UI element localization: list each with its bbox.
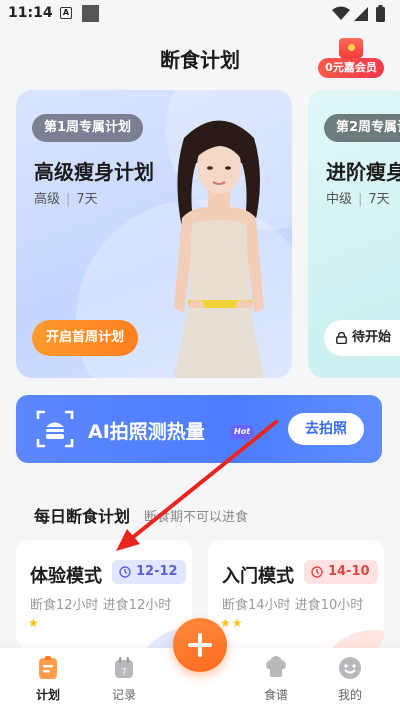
- plan-meta: 高级 | 7天: [34, 188, 98, 207]
- nav-item-record[interactable]: 7 记录: [94, 654, 154, 703]
- card-decor-circle: [318, 630, 384, 650]
- pending-plan-button[interactable]: 待开始: [324, 320, 400, 356]
- plan-meta: 中级 | 7天: [326, 188, 390, 207]
- clock-icon: [119, 566, 131, 578]
- clock-icon: [311, 566, 323, 578]
- mode-card-beginner[interactable]: 入门模式 14-10 断食14小时 进食10小时 ★★: [208, 540, 384, 650]
- a-notification-icon: A: [60, 7, 72, 19]
- plan-icon: [39, 656, 57, 679]
- notification-square-icon: [82, 5, 99, 22]
- daily-section-title: 每日断食计划: [34, 507, 131, 526]
- difficulty-stars: ★★: [220, 616, 244, 630]
- plan-card-week2[interactable]: 第2周专属计划 进阶瘦身计划 中级 | 7天 待开始: [308, 90, 400, 378]
- difficulty-stars: ★: [28, 616, 40, 630]
- divider: |: [66, 192, 71, 207]
- lock-icon: [336, 332, 347, 344]
- plan-duration: 7天: [76, 192, 98, 207]
- vip-badge[interactable]: 0元嘉会员: [318, 38, 384, 80]
- chef-hat-icon: [266, 656, 286, 677]
- mode-description: 断食14小时 进食10小时: [222, 598, 364, 613]
- nav-item-recipes[interactable]: 食谱: [246, 654, 306, 703]
- gift-icon: [339, 38, 363, 58]
- calendar-icon: 7: [115, 657, 133, 678]
- smiley-icon: [339, 657, 361, 679]
- battery-icon: [376, 7, 385, 22]
- nav-label: 计划: [35, 688, 60, 702]
- status-bar: 11:14 A: [0, 0, 400, 28]
- mode-card-trial[interactable]: 体验模式 12-12 断食12小时 进食12小时 ★: [16, 540, 192, 650]
- mode-ratio-badge: 14-10: [304, 560, 378, 584]
- mode-ratio-badge: 12-12: [112, 560, 186, 584]
- mode-ratio: 14-10: [328, 564, 370, 579]
- plan-title: 进阶瘦身计划: [326, 160, 400, 184]
- daily-section-note: 断食期不可以进食: [144, 510, 249, 525]
- wifi-icon: [332, 6, 350, 20]
- week-tag: 第2周专属计划: [324, 114, 400, 142]
- take-photo-button[interactable]: 去拍照: [288, 413, 364, 445]
- status-time: 11:14: [8, 5, 53, 21]
- nav-item-plan[interactable]: 计划: [18, 654, 78, 703]
- hot-badge: Hot: [230, 425, 255, 439]
- divider: |: [358, 192, 363, 207]
- nav-item-mine[interactable]: 我的: [320, 654, 380, 703]
- plan-card-week1[interactable]: 第1周专属计划 高级瘦身计划 高级 | 7天 开启首周计划: [16, 90, 292, 378]
- signal-icon: [354, 7, 368, 21]
- nav-label: 记录: [111, 688, 136, 702]
- plan-level: 中级: [326, 192, 353, 207]
- plan-level: 高级: [34, 192, 61, 207]
- nav-label: 食谱: [263, 688, 288, 702]
- nav-label: 我的: [337, 688, 362, 702]
- mode-title: 入门模式: [222, 566, 294, 587]
- plan-duration: 7天: [368, 192, 390, 207]
- ai-banner-title: AI拍照测热量: [88, 421, 205, 443]
- mode-ratio: 12-12: [136, 564, 178, 579]
- add-button[interactable]: [173, 618, 227, 672]
- model-photo-illustration: [174, 120, 264, 378]
- ai-calorie-banner[interactable]: AI拍照测热量 Hot 去拍照: [16, 395, 382, 463]
- status-icons: [332, 5, 385, 22]
- food-scan-icon: [36, 410, 74, 448]
- calendar-day: 7: [121, 667, 126, 676]
- mode-description: 断食12小时 进食12小时: [30, 598, 172, 613]
- pending-plan-label: 待开始: [352, 330, 392, 345]
- plan-title: 高级瘦身计划: [34, 160, 154, 184]
- vip-label: 0元嘉会员: [318, 58, 384, 78]
- start-plan-button[interactable]: 开启首周计划: [32, 320, 138, 356]
- week-tag: 第1周专属计划: [32, 114, 144, 142]
- mode-title: 体验模式: [30, 566, 102, 587]
